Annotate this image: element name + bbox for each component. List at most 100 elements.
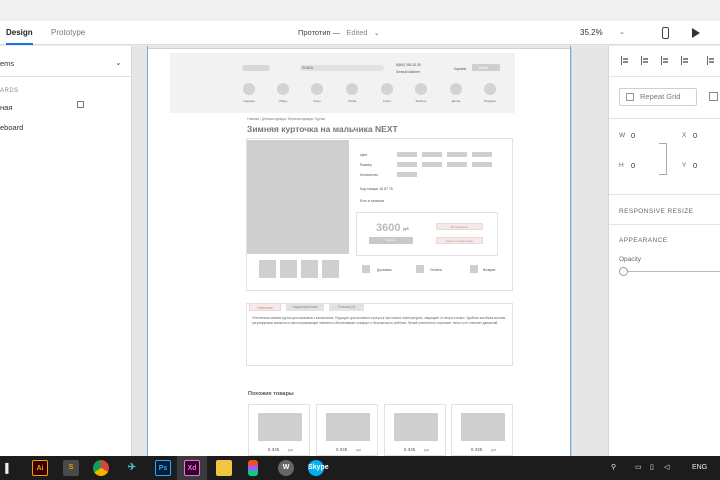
file-explorer-icon[interactable]	[216, 460, 232, 476]
figma-icon[interactable]	[248, 460, 258, 476]
document-name: Прототип	[298, 28, 331, 37]
mock-price: 3600	[376, 222, 401, 234]
align-right-icon[interactable]	[661, 56, 669, 65]
mock-category-label: Одежда	[243, 99, 255, 103]
mock-tab-description: Описание	[249, 303, 281, 311]
mock-thumbnail	[301, 260, 318, 278]
x-field[interactable]: 0	[693, 131, 697, 140]
artboard-item-1[interactable]: ная	[0, 103, 12, 112]
mock-option	[397, 152, 417, 157]
network-icon[interactable]: ▭	[635, 456, 642, 480]
property-inspector: Repeat Grid W 0 X 0 H 0 Y 0 RESPONSIVE R…	[608, 46, 720, 456]
people-icon[interactable]: ⚲	[611, 456, 616, 480]
mock-similar-price: 6 345	[404, 447, 416, 452]
mock-header: ПОИСК 8(800) 555-35-35 Личный кабинет Ко…	[170, 53, 515, 113]
sway-icon[interactable]: ✈	[124, 460, 140, 476]
mock-similar-currency: руб	[288, 448, 293, 452]
chrome-icon[interactable]	[93, 460, 109, 476]
zoom-chevron-down-icon[interactable]: ⌄	[619, 21, 625, 45]
tab-design[interactable]: Design	[6, 21, 33, 45]
mock-thumbnail	[322, 260, 339, 278]
mock-thumbnail	[280, 260, 297, 278]
align-top-icon[interactable]	[681, 56, 689, 65]
align-middle-icon[interactable]	[707, 56, 715, 65]
mock-category-circle	[346, 83, 358, 95]
mock-option	[447, 152, 467, 157]
opacity-slider-track[interactable]	[623, 271, 720, 272]
mock-product-image	[247, 140, 349, 254]
copy-icon[interactable]	[709, 92, 718, 101]
height-field[interactable]: 0	[631, 161, 635, 170]
chevron-down-icon[interactable]: ⌄	[374, 30, 380, 37]
repeat-grid-button[interactable]: Repeat Grid	[619, 88, 697, 106]
opacity-label: Opacity	[619, 256, 642, 263]
mock-breadcrumbs: Главная / Детская одежда / Верхняя одежд…	[247, 117, 326, 121]
sublime-icon[interactable]: S	[63, 460, 79, 476]
document-title[interactable]: Прототип — Edited ⌄	[298, 21, 380, 45]
mock-similar-image	[461, 413, 505, 441]
width-label: W	[619, 132, 626, 139]
export-icon[interactable]	[77, 101, 84, 108]
mock-feature-label: Оплата	[430, 268, 442, 272]
volume-icon[interactable]: ◁	[664, 456, 669, 480]
zoom-level[interactable]: 35.2%	[580, 21, 603, 45]
tab-prototype[interactable]: Prototype	[51, 21, 85, 45]
artboard-guide-left	[147, 46, 148, 456]
device-preview-icon[interactable]	[662, 27, 669, 39]
mock-category-label: Игры	[313, 99, 321, 103]
mock-description-card	[246, 303, 513, 366]
layers-dropdown-label[interactable]: ems	[0, 59, 14, 68]
mock-wishlist-button: В избранное	[436, 223, 483, 230]
mock-category-circle	[415, 83, 427, 95]
mock-category-circle	[243, 83, 255, 95]
width-field[interactable]: 0	[631, 131, 635, 140]
word-icon[interactable]: W	[278, 460, 294, 476]
language-indicator[interactable]: ENG	[692, 456, 707, 480]
start-icon[interactable]: ▐	[2, 456, 8, 480]
photoshop-icon[interactable]: Ps	[155, 460, 171, 476]
divider	[0, 76, 132, 77]
divider	[609, 224, 720, 225]
opacity-slider-handle[interactable]	[619, 267, 628, 276]
chevron-down-icon[interactable]: ⌄	[115, 58, 122, 67]
mock-category-label: Спорт	[382, 99, 392, 103]
mock-feature-label: Доставка	[377, 268, 392, 272]
align-center-icon[interactable]	[641, 56, 649, 65]
mock-account: Личный кабинет	[396, 70, 420, 74]
xd-icon[interactable]: Xd	[184, 460, 200, 476]
mock-in-stock: Есть в наличии	[360, 199, 385, 203]
mock-feature-icon	[362, 265, 370, 273]
mock-similar-currency: руб	[424, 448, 429, 452]
tab-design-label: Design	[6, 28, 33, 37]
mock-similar-price: 6 345	[268, 447, 280, 452]
mock-similar-title: Похожие товары	[248, 391, 294, 397]
responsive-resize-label[interactable]: RESPONSIVE RESIZE	[619, 208, 693, 215]
artboard-item-2[interactable]: eboard	[0, 123, 23, 132]
skype-icon[interactable]: Skype	[308, 460, 329, 476]
tab-prototype-label: Prototype	[51, 28, 86, 37]
mock-option	[447, 162, 467, 167]
mock-category-label: Учёба	[347, 99, 357, 103]
mock-option	[397, 172, 417, 177]
artboard-guide-right	[570, 46, 571, 456]
mock-article: Код товара: 18 87 78	[360, 187, 393, 191]
align-left-icon[interactable]	[621, 56, 629, 65]
mock-attr-qty: Количество	[360, 173, 379, 177]
repeat-grid-label: Repeat Grid	[640, 92, 681, 101]
battery-icon[interactable]: ▯	[650, 456, 654, 480]
x-label: X	[682, 132, 687, 139]
grid-icon	[626, 93, 634, 101]
appearance-label: APPEARANCE	[619, 237, 668, 244]
play-icon[interactable]	[692, 28, 700, 38]
lock-aspect-link[interactable]	[659, 143, 667, 175]
mock-category-circle	[277, 83, 289, 95]
mock-similar-image	[326, 413, 370, 441]
mock-price-box	[356, 212, 498, 256]
document-status: Edited	[346, 28, 368, 37]
mock-category-circle	[450, 83, 462, 95]
illustrator-icon[interactable]: Ai	[32, 460, 48, 476]
y-label: Y	[682, 162, 687, 169]
y-field[interactable]: 0	[693, 161, 697, 170]
mock-description-text: Утеплённая зимняя куртка для мальчика с …	[252, 316, 506, 325]
mock-phone: 8(800) 555-35-35	[396, 63, 421, 67]
